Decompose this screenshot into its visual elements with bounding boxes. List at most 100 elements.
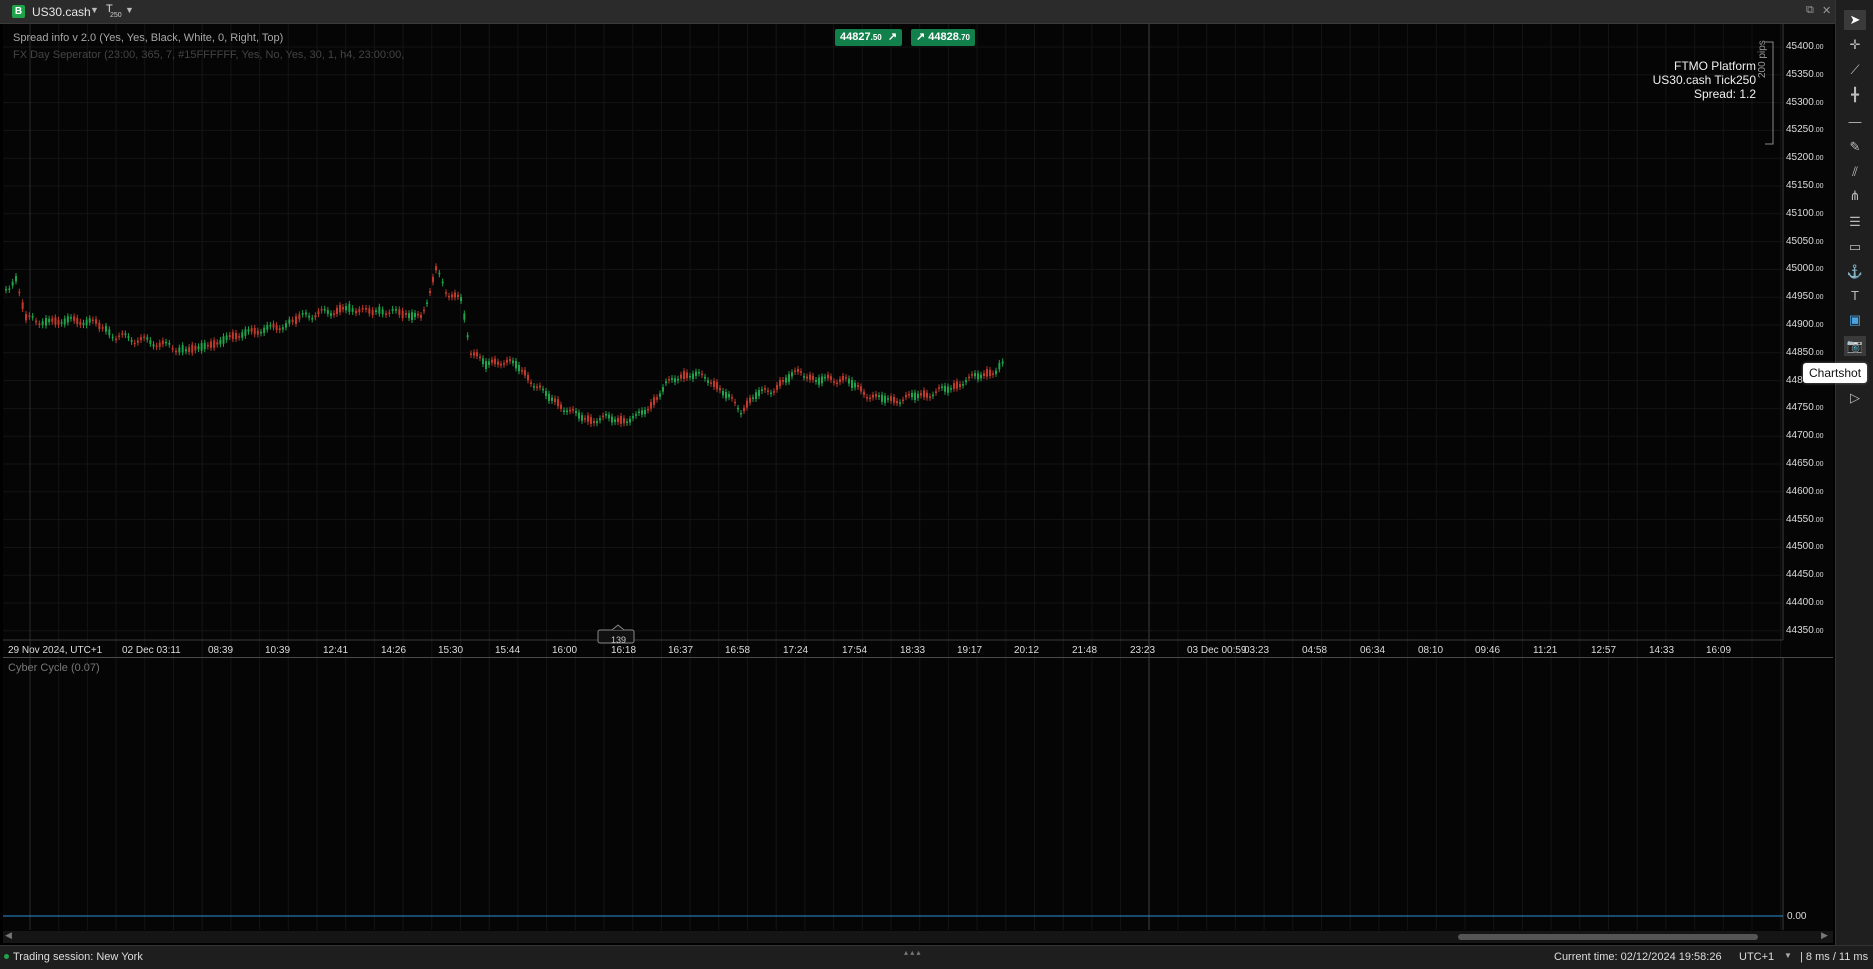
buy-price-button[interactable]: ↗ 44828.70 [911,29,975,46]
channel-tool-icon[interactable]: ⫽ [1844,162,1866,182]
candle-body [191,344,194,353]
fibonacci-tool-icon[interactable]: ☰ [1844,212,1866,232]
candle-body [542,388,544,391]
candle-body [308,315,311,318]
horizontal-line-icon[interactable]: — [1844,112,1866,132]
pencil-tool-icon[interactable]: ✎ [1844,137,1866,157]
candle-body [171,347,174,350]
candle-body [593,420,595,424]
candle-body [247,329,250,332]
time-tick-label: 20:12 [1014,645,1040,656]
candle-body [863,391,865,395]
price-tick-label: 44400.00 [1786,597,1824,608]
candle-body [734,401,736,404]
crosshair-tool-icon[interactable]: ✛ [1844,35,1866,55]
time-tick-label: 15:30 [438,645,464,656]
candle-body [569,409,571,412]
candle-body [330,313,332,316]
info-panel: FTMO Platform US30.cash Tick250 Spread: … [1652,59,1756,101]
candle-body [438,272,441,275]
candle-body [635,414,637,416]
candle-body [713,380,715,387]
image-tool-icon[interactable]: ▣ [1844,310,1866,330]
candle-body [623,418,625,424]
scrollbar-thumb[interactable] [1458,934,1758,940]
candle-body [143,336,146,339]
candle-body [743,407,745,411]
candle-body [707,380,709,383]
candle-body [665,381,667,384]
candle-body [216,342,219,345]
scroll-left-icon[interactable]: ◀ [5,930,12,941]
price-tick-label: 44350.00 [1786,624,1824,636]
candle-body [339,305,341,313]
candle-body [995,370,997,374]
candle-body [857,385,859,388]
candle-body [124,333,127,336]
pane-separator[interactable] [3,657,1833,658]
candle-body [426,302,428,305]
candle-body [695,371,697,377]
scroll-right-icon[interactable]: ▶ [1821,930,1828,941]
cursor-tool-icon[interactable]: ➤ [1844,10,1866,30]
sell-price-button[interactable]: 44827.50 ↗ [835,29,903,46]
candle-body [408,313,410,319]
horizontal-scrollbar[interactable]: ◀ ▶ [3,930,1833,943]
candle-body [213,340,216,348]
candle-body [115,338,117,341]
candle-body [326,310,329,314]
anchor-tool-icon[interactable]: ⚓ [1844,262,1866,282]
play-icon[interactable]: ▷ [1844,388,1866,408]
price-tick-label: 44500.00 [1786,541,1824,553]
candle-body [395,309,397,311]
trading-session: Trading session: New York [13,951,143,963]
candle-body [108,329,111,336]
pips-label: 200 pips [1757,40,1768,78]
candle-body [161,340,164,345]
candle-body [298,314,301,320]
candle-body [388,312,391,315]
candle-body [854,382,856,388]
resize-grip-icon[interactable]: ▴ ▴ ▴ [904,948,921,957]
trend-tool-icon[interactable]: ⟋ [1844,60,1866,80]
candle-body [260,331,262,334]
candle-body [101,327,104,329]
time-tick-label: 16:37 [668,645,694,656]
candle-body [650,402,652,409]
candle-body [680,374,682,379]
candle-body [866,396,868,399]
candle-body [35,320,37,323]
chart-canvas[interactable] [0,0,1835,945]
candle-body [599,418,601,421]
cross-line-tool-icon[interactable]: ╋ [1844,85,1866,105]
candle-body [368,308,371,314]
candle-body [818,377,820,385]
text-tool-icon[interactable]: T [1844,286,1866,306]
time-tick-label: 17:24 [783,645,809,656]
candle-body [770,392,772,395]
candle-body [351,308,354,312]
candle-body [497,361,499,365]
timezone-selector[interactable]: UTC+1 [1739,951,1774,963]
candle-body [457,294,459,298]
rectangle-tool-icon[interactable]: ▭ [1844,237,1866,257]
candle-body [476,352,478,357]
candle-body [219,339,222,345]
candle-body [614,419,616,423]
candle-body [63,318,66,325]
candle-body [722,390,724,396]
camera-icon[interactable]: 📷 [1844,336,1866,356]
candle-body [755,392,757,399]
candle-body [830,376,832,380]
price-tick-label: 44950.00 [1786,291,1824,303]
timezone-dropdown-icon[interactable]: ▼ [1784,951,1792,960]
candle-body [323,308,326,311]
candle-body [398,309,401,315]
candle-body [839,379,841,383]
candle-body [105,325,107,332]
pitchfork-tool-icon[interactable]: ⋔ [1844,186,1866,206]
candle-body [342,307,344,310]
candle-body [432,276,434,283]
chartshot-tooltip: Chartshot [1803,363,1868,383]
candle-body [155,345,158,348]
